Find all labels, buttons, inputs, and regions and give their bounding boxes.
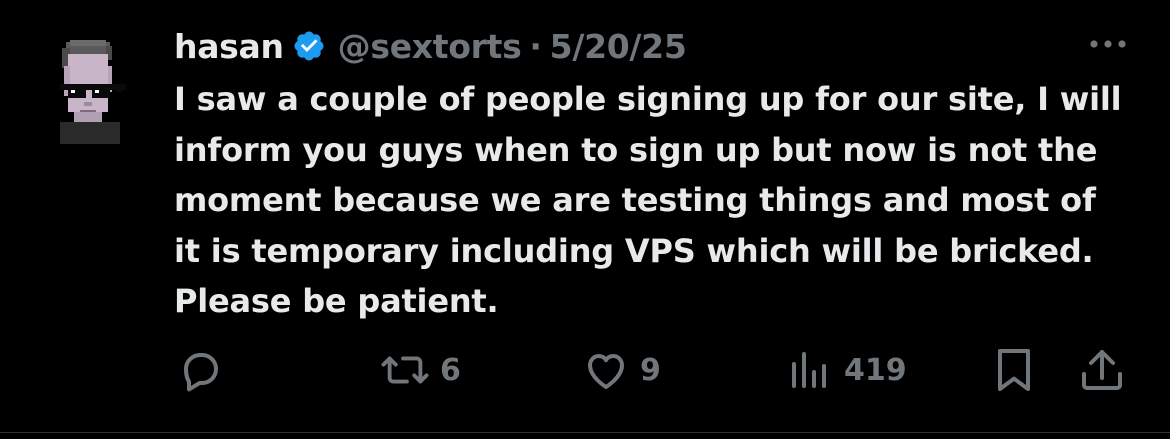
tweet[interactable]: hasan @sextorts · 5/20/25 I saw a couple… (0, 0, 1170, 432)
views-count: 419 (844, 352, 907, 388)
reply-button[interactable] (176, 340, 224, 400)
repost-icon (381, 356, 429, 384)
repost-button[interactable]: 6 (380, 340, 461, 400)
verified-badge-icon[interactable] (292, 29, 326, 63)
share-icon (1082, 350, 1122, 390)
tweet-actions: 6 9 419 (0, 340, 1170, 400)
like-count: 9 (640, 352, 661, 388)
separator-dot: · (529, 26, 542, 66)
bookmark-button[interactable] (994, 340, 1034, 400)
divider (0, 432, 1170, 433)
views-button[interactable]: 419 (786, 340, 907, 400)
author-handle[interactable]: @sextorts (338, 27, 522, 66)
tweet-header: hasan @sextorts · 5/20/25 (174, 22, 687, 70)
avatar-image (60, 40, 126, 144)
tweet-text: I saw a couple of people signing up for … (174, 80, 1122, 320)
heart-icon (588, 354, 624, 389)
author-name[interactable]: hasan (174, 27, 284, 66)
more-options-icon[interactable] (1084, 30, 1132, 58)
bookmark-icon (998, 349, 1030, 391)
like-button[interactable]: 9 (582, 340, 661, 400)
tweet-date[interactable]: 5/20/25 (550, 27, 687, 66)
share-button[interactable] (1080, 340, 1124, 400)
avatar[interactable] (52, 36, 132, 146)
reply-bubble-icon (184, 353, 218, 392)
repost-count: 6 (440, 352, 461, 388)
bar-chart-icon (792, 352, 826, 388)
